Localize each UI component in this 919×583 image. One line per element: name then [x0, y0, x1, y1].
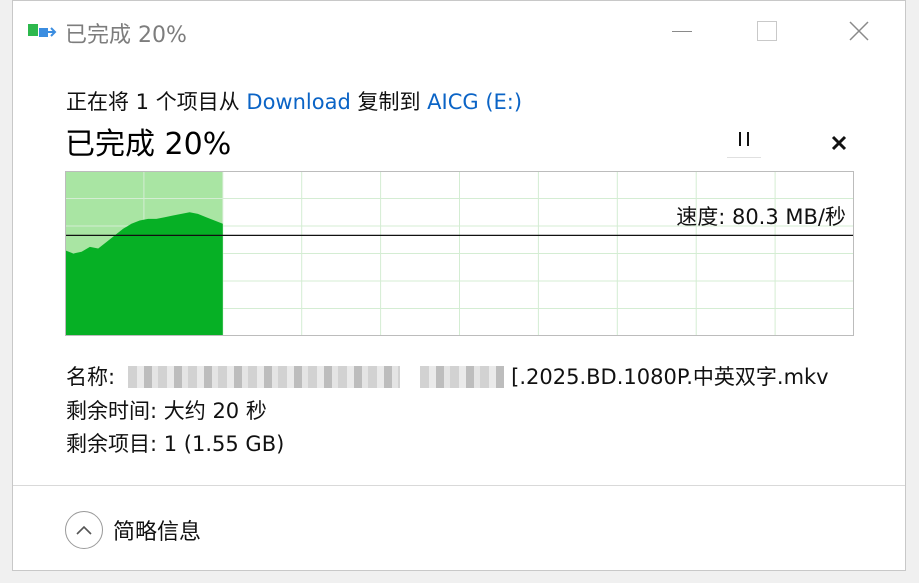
- file-name-label: 名称:: [66, 365, 116, 389]
- window-title: 已完成 20%: [65, 23, 187, 48]
- fewer-details-toggle[interactable]: [65, 511, 103, 549]
- redacted-text-block: [420, 366, 505, 388]
- copy-progress-window: 已完成 20% 正在将 1 个项目从 Download 复制到 AICG (E:…: [12, 0, 906, 571]
- divider: [13, 485, 905, 486]
- copy-middle: 复制到: [357, 90, 421, 114]
- maximize-icon: [757, 21, 777, 41]
- file-copy-icon: [28, 24, 57, 37]
- close-button[interactable]: [835, 11, 883, 51]
- items-remaining-label: 剩余项目:: [66, 432, 158, 456]
- close-icon: [849, 21, 869, 41]
- pause-icon: [736, 129, 752, 149]
- time-remaining-row: 剩余时间: 大约 20 秒: [66, 395, 267, 425]
- redacted-text-block: [127, 366, 400, 388]
- maximize-button[interactable]: [743, 11, 791, 51]
- progress-percent: 已完成 20%: [65, 127, 232, 162]
- transfer-speed: 速度: 80.3 MB/秒: [676, 205, 846, 229]
- pause-button[interactable]: [727, 129, 761, 158]
- source-folder-link[interactable]: Download: [246, 90, 350, 114]
- minimize-icon: [672, 30, 692, 32]
- fewer-details-label[interactable]: 简略信息: [113, 514, 201, 546]
- file-name-row: 名称: [.2025.BD.1080P.中英双字.mkv: [66, 361, 829, 391]
- minimize-button[interactable]: [658, 11, 706, 51]
- time-remaining-label: 剩余时间:: [66, 399, 158, 423]
- copy-prefix: 正在将 1 个项目从: [66, 90, 240, 114]
- cancel-button[interactable]: [825, 129, 853, 157]
- file-name-value: [.2025.BD.1080P.中英双字.mkv: [511, 365, 829, 389]
- chevron-up-icon: [76, 525, 92, 535]
- transfer-speed-graph: [65, 171, 854, 336]
- items-remaining-value: 1 (1.55 GB): [163, 432, 285, 456]
- cancel-icon: [831, 135, 847, 151]
- items-remaining-row: 剩余项目: 1 (1.55 GB): [66, 428, 284, 458]
- copy-description: 正在将 1 个项目从 Download 复制到 AICG (E:): [66, 86, 522, 116]
- time-remaining-value: 大约 20 秒: [163, 399, 267, 423]
- destination-drive-link[interactable]: AICG (E:): [427, 90, 522, 114]
- title-bar[interactable]: 已完成 20%: [13, 1, 905, 61]
